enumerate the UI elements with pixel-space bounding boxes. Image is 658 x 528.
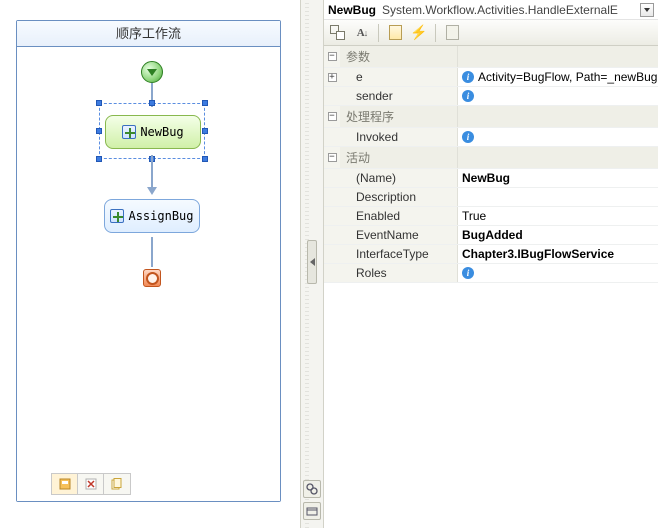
prop-value[interactable]: i Activity=BugFlow, Path=_newBug	[458, 68, 658, 86]
workflow-designer-pane[interactable]: 顺序工作流 NewBug A	[0, 0, 300, 528]
property-toolbar: A↓ ⚡	[324, 20, 658, 46]
prop-label: e	[346, 70, 363, 84]
events-button[interactable]: ⚡	[409, 23, 429, 43]
info-icon: i	[462, 90, 474, 102]
design-view-icon	[59, 478, 71, 490]
collapse-button[interactable]	[307, 240, 317, 284]
category-row-handlers[interactable]: − 处理程序	[324, 106, 658, 128]
properties-button[interactable]	[385, 23, 405, 43]
property-row-description[interactable]: Description	[324, 188, 658, 207]
resize-handle[interactable]	[149, 100, 155, 106]
prop-value[interactable]: i	[458, 128, 658, 146]
tab-code[interactable]	[104, 474, 130, 494]
selected-object-name: NewBug	[328, 3, 376, 17]
find-icon[interactable]	[303, 480, 321, 498]
events-icon: ⚡	[410, 24, 427, 41]
property-grid[interactable]: − 参数 + e i Activity=BugFlow, Path=_newBu…	[324, 46, 658, 528]
prop-label: Description	[346, 190, 416, 204]
prop-label: InterfaceType	[346, 247, 429, 261]
resize-handle[interactable]	[202, 100, 208, 106]
expand-icon[interactable]: +	[328, 73, 337, 82]
separator	[435, 24, 436, 42]
info-icon: i	[462, 71, 474, 83]
alphabetical-button[interactable]: A↓	[352, 23, 372, 43]
property-row-sender[interactable]: sender i	[324, 87, 658, 106]
pages-icon	[111, 478, 123, 490]
prop-label: Invoked	[346, 130, 398, 144]
collapse-icon[interactable]: −	[328, 52, 337, 61]
connector-arrow-icon	[147, 187, 157, 195]
prop-value[interactable]: NewBug	[458, 169, 658, 187]
info-icon: i	[462, 131, 474, 143]
prop-label: Roles	[346, 266, 387, 280]
property-row-e[interactable]: + e i Activity=BugFlow, Path=_newBug	[324, 68, 658, 87]
property-object-selector[interactable]: NewBug System.Workflow.Activities.Handle…	[324, 0, 658, 20]
property-row-enabled[interactable]: Enabled True	[324, 207, 658, 226]
prop-value[interactable]	[458, 188, 658, 206]
property-row-eventname[interactable]: EventName BugAdded	[324, 226, 658, 245]
splitter-strip[interactable]	[300, 0, 324, 528]
workflow-end-node[interactable]	[143, 269, 161, 287]
properties-icon	[389, 25, 402, 40]
activity-assignbug[interactable]: AssignBug	[104, 199, 200, 233]
activity-icon	[110, 209, 124, 223]
activity-icon	[122, 125, 136, 139]
categorized-button[interactable]	[328, 23, 348, 43]
info-icon: i	[462, 267, 474, 279]
delete-view-icon	[85, 478, 97, 490]
resize-handle[interactable]	[202, 156, 208, 162]
property-pages-button[interactable]	[442, 23, 462, 43]
prop-value[interactable]: Chapter3.IBugFlowService	[458, 245, 658, 263]
separator	[378, 24, 379, 42]
prop-label: Enabled	[346, 209, 400, 223]
property-pages-icon	[446, 25, 459, 40]
property-row-name[interactable]: (Name) NewBug	[324, 169, 658, 188]
activity-label: AssignBug	[128, 209, 193, 223]
resize-handle[interactable]	[96, 128, 102, 134]
prop-label: (Name)	[346, 171, 396, 185]
prop-value[interactable]: BugAdded	[458, 226, 658, 244]
activity-newbug[interactable]: NewBug	[105, 115, 201, 149]
resize-handle[interactable]	[202, 128, 208, 134]
connector	[151, 237, 153, 267]
resize-handle[interactable]	[96, 156, 102, 162]
prop-value[interactable]: i	[458, 264, 658, 282]
prop-label: EventName	[346, 228, 419, 242]
strip-icons	[303, 480, 321, 520]
collapse-icon[interactable]: −	[328, 153, 337, 162]
activity-label: NewBug	[140, 125, 183, 139]
prop-value[interactable]: i	[458, 87, 658, 105]
categorized-icon	[330, 25, 346, 41]
alphabetical-icon: A↓	[357, 27, 367, 39]
designer-bottom-tabs[interactable]	[51, 473, 131, 495]
selected-object-type: System.Workflow.Activities.HandleExterna…	[382, 3, 618, 17]
category-row-activity[interactable]: − 活动	[324, 147, 658, 169]
workflow-canvas[interactable]: NewBug AssignBug	[17, 47, 280, 501]
connector	[151, 155, 153, 189]
property-grid-pane: NewBug System.Workflow.Activities.Handle…	[324, 0, 658, 528]
workflow-container: 顺序工作流 NewBug A	[16, 20, 281, 502]
dropdown-arrow-icon[interactable]	[640, 3, 654, 17]
tab-xml[interactable]	[78, 474, 104, 494]
collapse-icon[interactable]: −	[328, 112, 337, 121]
resize-handle[interactable]	[96, 100, 102, 106]
property-row-roles[interactable]: Roles i	[324, 264, 658, 283]
workflow-start-node[interactable]	[141, 61, 163, 83]
category-row-params[interactable]: − 参数	[324, 46, 658, 68]
workflow-title: 顺序工作流	[17, 21, 280, 47]
property-row-interfacetype[interactable]: InterfaceType Chapter3.IBugFlowService	[324, 245, 658, 264]
property-row-invoked[interactable]: Invoked i	[324, 128, 658, 147]
output-icon[interactable]	[303, 502, 321, 520]
prop-label: sender	[346, 89, 393, 103]
selection-box[interactable]: NewBug	[99, 103, 205, 159]
prop-value[interactable]: True	[458, 207, 658, 225]
tab-design[interactable]	[52, 474, 78, 494]
